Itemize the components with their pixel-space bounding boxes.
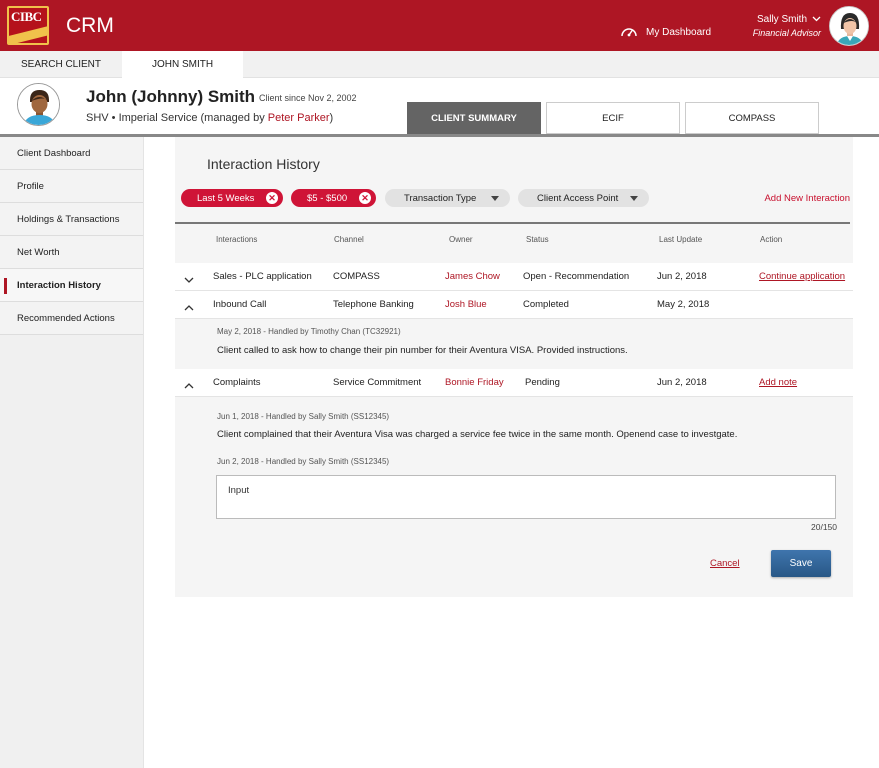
- column-header-interactions: Interactions: [216, 235, 258, 244]
- tab-client-summary[interactable]: CLIENT SUMMARY: [407, 102, 541, 134]
- close-icon[interactable]: ✕: [266, 192, 278, 204]
- continue-application-link[interactable]: Continue application: [759, 271, 845, 282]
- cell-status: Completed: [523, 299, 569, 310]
- cell-channel: Telephone Banking: [333, 299, 414, 310]
- user-role: Financial Advisor: [752, 28, 821, 38]
- caret-down-icon: [491, 196, 499, 201]
- client-since: Client since Nov 2, 2002: [259, 93, 357, 103]
- tab-john-smith[interactable]: JOHN SMITH: [122, 51, 243, 78]
- chevron-down-icon[interactable]: [184, 272, 194, 283]
- app-header: CIBC CRM My Dashboard Sally Smith Financ…: [0, 0, 879, 51]
- cell-status: Pending: [525, 377, 560, 388]
- sidebar-item-net-worth[interactable]: Net Worth: [0, 236, 143, 269]
- note-meta: Jun 2, 2018 - Handled by Sally Smith (SS…: [217, 457, 390, 466]
- cell-owner[interactable]: James Chow: [445, 271, 500, 282]
- cell-channel: Service Commitment: [333, 377, 422, 388]
- app-name: CRM: [66, 14, 114, 37]
- column-header-action: Action: [760, 235, 783, 244]
- filter-chip-last-5-weeks[interactable]: Last 5 Weeks ✕: [181, 189, 283, 207]
- sidebar-nav: Client Dashboard Profile Holdings & Tran…: [0, 137, 144, 768]
- filter-chip-label: $5 - $500: [307, 192, 348, 204]
- service-text: SHV • Imperial Service (managed by: [86, 112, 268, 124]
- cell-owner[interactable]: Josh Blue: [445, 299, 487, 310]
- note-text: Client complained that their Aventura Vi…: [217, 429, 738, 440]
- cell-owner[interactable]: Bonnie Friday: [445, 377, 504, 388]
- dropdown-label: Transaction Type: [404, 192, 477, 204]
- cell-interaction: Complaints: [213, 377, 261, 388]
- table-row[interactable]: Inbound Call Telephone Banking Josh Blue…: [175, 291, 853, 319]
- sidebar-item-label: Recommended Actions: [17, 312, 115, 324]
- note-input-value: Input: [228, 485, 250, 496]
- sidebar-item-holdings-transactions[interactable]: Holdings & Transactions: [0, 203, 143, 236]
- sidebar-item-label: Profile: [17, 180, 44, 192]
- client-avatar: [17, 83, 60, 126]
- speedometer-icon: [620, 24, 638, 41]
- close-icon[interactable]: ✕: [359, 192, 371, 204]
- client-service-line: SHV • Imperial Service (managed by Peter…: [86, 112, 333, 124]
- tab-ecif[interactable]: ECIF: [546, 102, 680, 134]
- note-meta: Jun 1, 2018 - Handled by Sally Smith (SS…: [217, 412, 390, 421]
- service-text-end: ): [329, 112, 334, 124]
- cibc-logo[interactable]: CIBC: [7, 6, 49, 45]
- column-header-channel: Channel: [334, 235, 364, 244]
- tab-search-client[interactable]: SEARCH CLIENT: [0, 51, 122, 78]
- manager-link[interactable]: Peter Parker: [268, 112, 330, 124]
- filter-chip-amount[interactable]: $5 - $500 ✕: [291, 189, 376, 207]
- sidebar-item-label: Holdings & Transactions: [17, 213, 120, 225]
- note-input[interactable]: Input: [216, 475, 836, 519]
- cell-interaction: Inbound Call: [213, 299, 267, 310]
- client-access-point-dropdown[interactable]: Client Access Point: [518, 189, 649, 207]
- column-header-last-update: Last Update: [659, 235, 703, 244]
- client-name: John (Johnny) Smith: [86, 87, 256, 106]
- tab-compass[interactable]: COMPASS: [685, 102, 819, 134]
- cell-date: May 2, 2018: [657, 299, 710, 310]
- note-meta: May 2, 2018 - Handled by Timothy Chan (T…: [217, 327, 401, 336]
- sidebar-item-label: Client Dashboard: [17, 147, 91, 159]
- sidebar-item-client-dashboard[interactable]: Client Dashboard: [0, 137, 143, 170]
- table-row[interactable]: Sales - PLC application COMPASS James Ch…: [175, 263, 853, 291]
- chevron-up-icon[interactable]: [184, 378, 194, 389]
- table-header-rule: [175, 222, 850, 224]
- save-button[interactable]: Save: [771, 550, 831, 577]
- user-avatar[interactable]: [829, 6, 869, 46]
- user-name: Sally Smith: [756, 14, 807, 25]
- transaction-type-dropdown[interactable]: Transaction Type: [385, 189, 510, 207]
- add-note-link[interactable]: Add note: [759, 377, 797, 388]
- sidebar-item-label: Interaction History: [17, 279, 101, 291]
- chevron-down-icon: [812, 14, 821, 25]
- table-row[interactable]: Complaints Service Commitment Bonnie Fri…: [175, 369, 853, 397]
- column-header-owner: Owner: [449, 235, 473, 244]
- caret-down-icon: [630, 196, 638, 201]
- cell-date: Jun 2, 2018: [657, 377, 707, 388]
- client-header: John (Johnny) Smith Client since Nov 2, …: [0, 78, 879, 136]
- page-tab-strip: SEARCH CLIENT JOHN SMITH: [0, 51, 879, 78]
- sidebar-item-profile[interactable]: Profile: [0, 170, 143, 203]
- interaction-history-panel: Interaction History Last 5 Weeks ✕ $5 - …: [175, 137, 853, 597]
- cell-date: Jun 2, 2018: [657, 271, 707, 282]
- note-text: Client called to ask how to change their…: [217, 345, 628, 356]
- logo-text: CIBC: [11, 9, 42, 24]
- add-new-interaction-link[interactable]: Add New Interaction: [764, 193, 850, 204]
- cell-channel: COMPASS: [333, 271, 380, 282]
- main-content: Interaction History Last 5 Weeks ✕ $5 - …: [145, 137, 879, 768]
- chevron-up-icon[interactable]: [184, 300, 194, 311]
- page-title: Interaction History: [207, 156, 320, 172]
- cancel-button[interactable]: Cancel: [710, 558, 740, 569]
- column-header-status: Status: [526, 235, 549, 244]
- character-counter: 20/150: [811, 522, 837, 532]
- sidebar-item-interaction-history[interactable]: Interaction History: [0, 269, 143, 302]
- my-dashboard-label: My Dashboard: [646, 27, 712, 38]
- logo-swoosh: [9, 22, 47, 43]
- user-menu[interactable]: Sally Smith Financial Advisor: [753, 14, 821, 38]
- filter-chip-label: Last 5 Weeks: [197, 192, 255, 204]
- my-dashboard-link[interactable]: My Dashboard: [620, 24, 711, 41]
- cell-status: Open - Recommendation: [523, 271, 630, 282]
- cell-interaction: Sales - PLC application: [213, 271, 312, 282]
- sidebar-item-recommended-actions[interactable]: Recommended Actions: [0, 302, 143, 335]
- sidebar-item-label: Net Worth: [17, 246, 60, 258]
- dropdown-label: Client Access Point: [537, 192, 619, 204]
